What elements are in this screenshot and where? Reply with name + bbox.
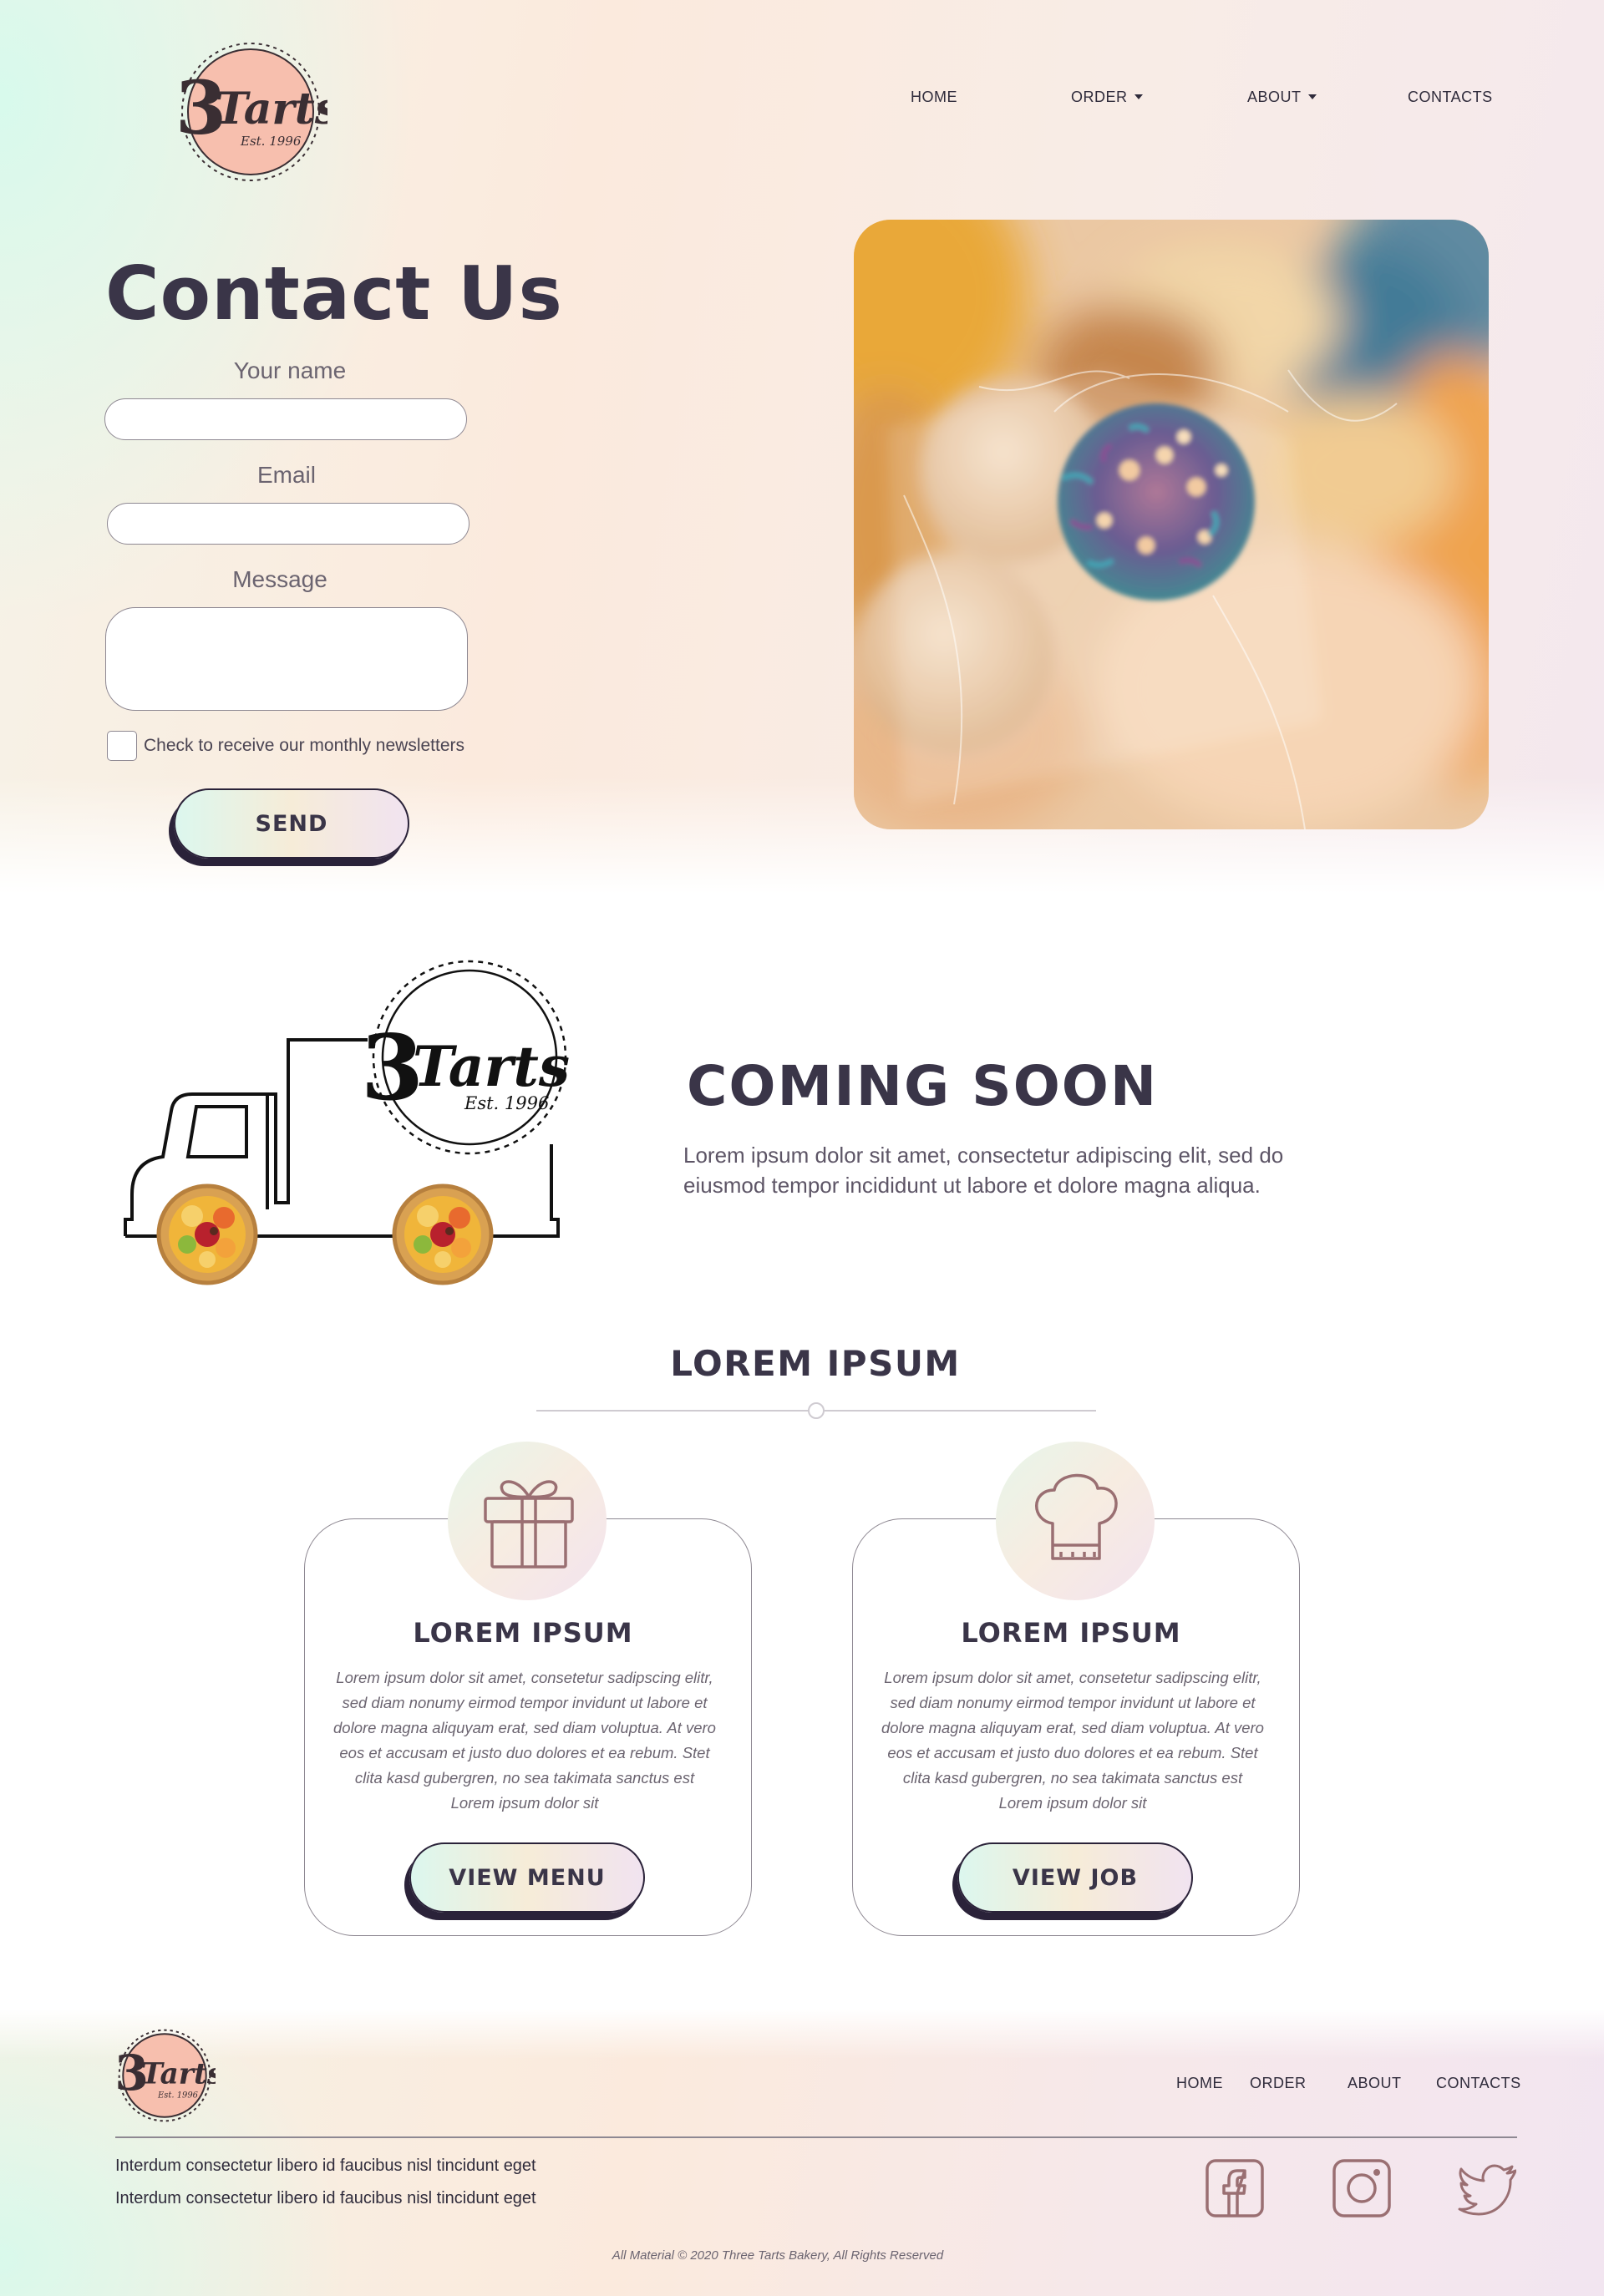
nav-about-label: ABOUT xyxy=(1247,89,1302,105)
footer-divider xyxy=(115,2136,1517,2138)
footer-logo[interactable]: 3 Tarts Est. 1996 xyxy=(114,2028,216,2123)
truck-logo-est: Est. 1996 xyxy=(464,1093,549,1113)
card-text: Lorem ipsum dolor sit amet, consetetur s… xyxy=(333,1669,716,1812)
copyright-text: All Material © 2020 Three Tarts Bakery, … xyxy=(612,2248,944,2263)
tart-wheel-front xyxy=(156,1183,258,1285)
footer-nav-home[interactable]: HOME xyxy=(1176,2075,1223,2092)
card-title: LOREM IPSUM xyxy=(961,1617,1181,1649)
message-label: Message xyxy=(232,566,327,592)
truck-logo-name: Tarts xyxy=(413,1034,570,1099)
page-title: Contact Us xyxy=(105,251,563,337)
nav-about[interactable]: ABOUT xyxy=(1247,89,1317,106)
newsletter-checkbox[interactable] xyxy=(107,731,137,761)
food-truck-illustration: 3 Tarts Est. 1996 xyxy=(124,960,570,1285)
chef-hat-icon xyxy=(1035,1473,1118,1560)
newsletter-label: Check to receive our monthly newsletters xyxy=(144,736,464,755)
section-title: LOREM IPSUM xyxy=(670,1343,961,1384)
svg-text:Tarts: Tarts xyxy=(141,2057,216,2091)
footer-nav-about[interactable]: ABOUT xyxy=(1348,2075,1402,2092)
send-button[interactable]: SEND xyxy=(174,788,409,859)
nav-home[interactable]: HOME xyxy=(911,89,957,106)
coming-soon-text: Lorem ipsum dolor sit amet, consectetur … xyxy=(683,1143,1284,1198)
view-job-button[interactable]: VIEW JOB xyxy=(957,1842,1193,1913)
cake-pops-image xyxy=(854,220,1489,829)
tart-wheel-rear xyxy=(392,1183,494,1285)
divider-dot xyxy=(808,1402,825,1419)
card-title: LOREM IPSUM xyxy=(413,1617,633,1649)
footer-nav-contacts[interactable]: CONTACTS xyxy=(1436,2075,1521,2092)
email-label: Email xyxy=(256,462,316,488)
nav-order-label: ORDER xyxy=(1071,89,1128,105)
brand-logo[interactable]: 3 Tarts Est. 1996 xyxy=(174,40,327,184)
card-icon-badge xyxy=(448,1442,607,1600)
card-icon-badge xyxy=(996,1442,1155,1600)
nav-order[interactable]: ORDER xyxy=(1071,89,1143,106)
email-field[interactable] xyxy=(107,503,470,545)
footer-nav-order[interactable]: ORDER xyxy=(1250,2075,1307,2092)
footer-text-line: Interdum consectetur libero id faucibus … xyxy=(115,2157,536,2175)
name-label: Your name xyxy=(233,357,347,383)
svg-text:Est. 1996: Est. 1996 xyxy=(157,2091,198,2101)
svg-text:Est. 1996: Est. 1996 xyxy=(240,134,302,149)
coming-soon-title: COMING SOON xyxy=(687,1054,1159,1118)
twitter-icon[interactable] xyxy=(1458,2159,1516,2217)
chevron-down-icon xyxy=(1307,94,1317,99)
chevron-down-icon xyxy=(1134,94,1143,99)
card-text: Lorem ipsum dolor sit amet, consetetur s… xyxy=(881,1669,1264,1812)
view-menu-button[interactable]: VIEW MENU xyxy=(409,1842,645,1913)
footer-text-line: Interdum consectetur libero id faucibus … xyxy=(115,2189,536,2207)
nav-contacts[interactable]: CONTACTS xyxy=(1408,89,1493,106)
instagram-icon[interactable] xyxy=(1332,2159,1391,2217)
main-nav: HOME ORDER ABOUT CONTACTS xyxy=(0,89,1604,109)
message-field[interactable] xyxy=(105,607,468,711)
gift-icon xyxy=(484,1480,574,1569)
cake-pops-photo xyxy=(854,220,1489,829)
facebook-icon[interactable] xyxy=(1206,2159,1264,2217)
name-field[interactable] xyxy=(104,398,467,440)
